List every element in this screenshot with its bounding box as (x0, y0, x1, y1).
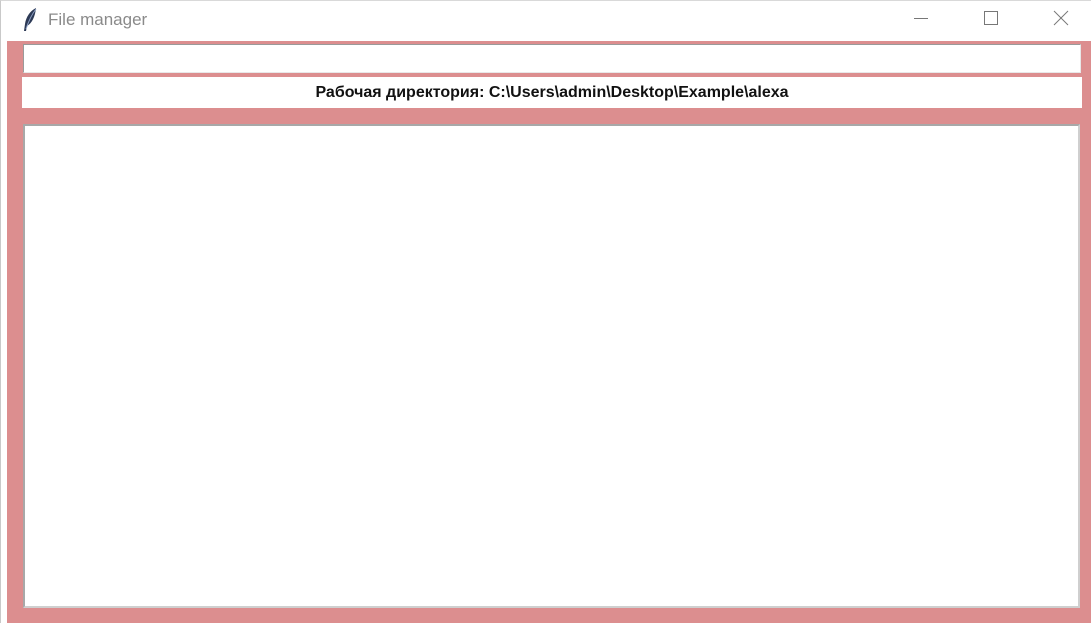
file-listbox[interactable] (23, 124, 1080, 608)
minimize-button[interactable] (886, 1, 956, 39)
path-input[interactable] (23, 44, 1081, 73)
close-icon (1053, 10, 1069, 31)
main-panel: Рабочая директория: C:\Users\admin\Deskt… (7, 41, 1091, 623)
title-bar[interactable]: File manager (1, 1, 1091, 41)
working-directory-label: Рабочая директория: C:\Users\admin\Deskt… (22, 77, 1082, 108)
app-window: File manager Рабочая директория: C:\User… (0, 0, 1091, 623)
feather-icon (21, 7, 41, 33)
minimize-icon (913, 10, 929, 31)
close-button[interactable] (1026, 1, 1091, 39)
maximize-button[interactable] (956, 1, 1026, 39)
maximize-icon (983, 10, 999, 31)
window-title: File manager (48, 10, 148, 29)
